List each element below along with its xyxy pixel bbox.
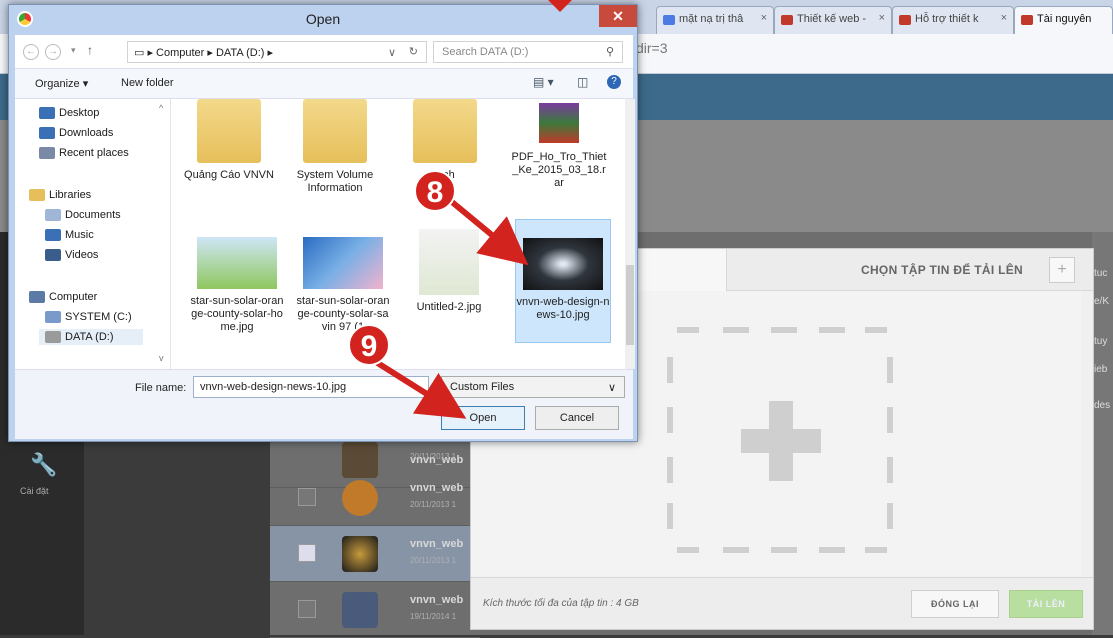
step-8-badge: 8 bbox=[414, 170, 456, 212]
step-9-badge: 9 bbox=[348, 324, 390, 366]
annotation-arrows bbox=[374, 0, 572, 419]
arrow-to-selected-file bbox=[450, 199, 529, 266]
arrow-tip bbox=[548, 0, 572, 12]
arrow-to-open-button bbox=[374, 359, 467, 419]
